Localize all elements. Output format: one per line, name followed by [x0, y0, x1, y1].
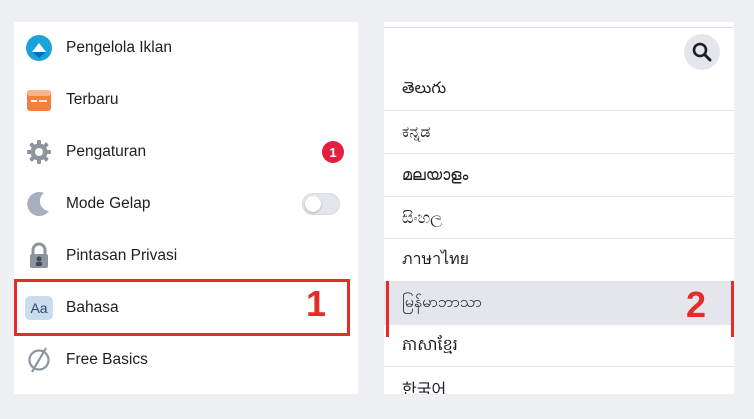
menu-item-settings[interactable]: Pengaturan 1 [14, 126, 358, 178]
dark-mode-toggle[interactable] [302, 193, 340, 215]
language-option-label: မြန်မာဘာသာ [402, 292, 482, 311]
language-icon-text: Aa [25, 296, 53, 320]
menu-item-free-basics[interactable]: Free Basics [14, 334, 358, 386]
language-option-label: ภาษาไทย [402, 249, 470, 268]
language-icon: Aa [24, 293, 54, 323]
ads-manager-icon [24, 33, 54, 63]
toggle-knob [305, 196, 321, 212]
menu-item-recent[interactable]: Terbaru [14, 74, 358, 126]
menu-item-privacy-shortcuts[interactable]: Pintasan Privasi [14, 230, 358, 282]
step-2-label: 2 [686, 284, 707, 325]
language-option[interactable]: 한국어 [384, 366, 734, 394]
language-option[interactable]: മലയാളം [384, 153, 734, 195]
menu-item-label: Pintasan Privasi [66, 247, 178, 264]
language-panel: తెలుగు ಕನ್ನಡ മലയാളം සිංහල ภาษาไทย မြန်မာ… [384, 22, 734, 394]
divider [384, 27, 734, 28]
language-option-label: മലയാളം [402, 164, 469, 184]
language-option-label: ភាសាខ្មែរ [402, 334, 458, 354]
menu-item-label: Pengaturan [66, 143, 147, 160]
menu-panel: Pengelola Iklan Terbaru Pengaturan 1 Mod… [14, 22, 358, 394]
menu-item-label: Terbaru [66, 91, 119, 108]
gear-icon [24, 137, 54, 167]
search-button[interactable] [684, 34, 720, 70]
language-option[interactable]: ಕನ್ನಡ [384, 110, 734, 152]
language-option-label: ಕನ್ನಡ [402, 121, 431, 141]
notification-badge: 1 [322, 141, 344, 163]
language-option-label: తెలుగు [402, 77, 447, 97]
free-basics-icon [24, 345, 54, 375]
menu-item-dark-mode[interactable]: Mode Gelap [14, 178, 358, 230]
language-option[interactable]: ភាសាខ្មែរ [384, 324, 734, 366]
language-option[interactable]: తెలుగు [384, 68, 734, 110]
language-option-label: සිංහල [402, 207, 443, 227]
language-option[interactable]: සිංහල [384, 196, 734, 238]
menu-item-label: Pengelola Iklan [66, 39, 172, 56]
language-option-label: 한국어 [402, 379, 447, 395]
recent-feed-icon [24, 85, 54, 115]
menu-item-label: Bahasa [66, 299, 119, 316]
menu-item-label: Free Basics [66, 351, 148, 368]
lock-icon [24, 241, 54, 271]
menu-item-label: Mode Gelap [66, 195, 151, 212]
language-option-selected[interactable]: မြန်မာဘာသာ [384, 281, 734, 324]
language-option[interactable]: ภาษาไทย [384, 238, 734, 280]
step-1-label: 1 [306, 283, 327, 324]
search-icon [692, 42, 712, 62]
moon-icon [24, 189, 54, 219]
menu-item-ads-manager[interactable]: Pengelola Iklan [14, 22, 358, 74]
